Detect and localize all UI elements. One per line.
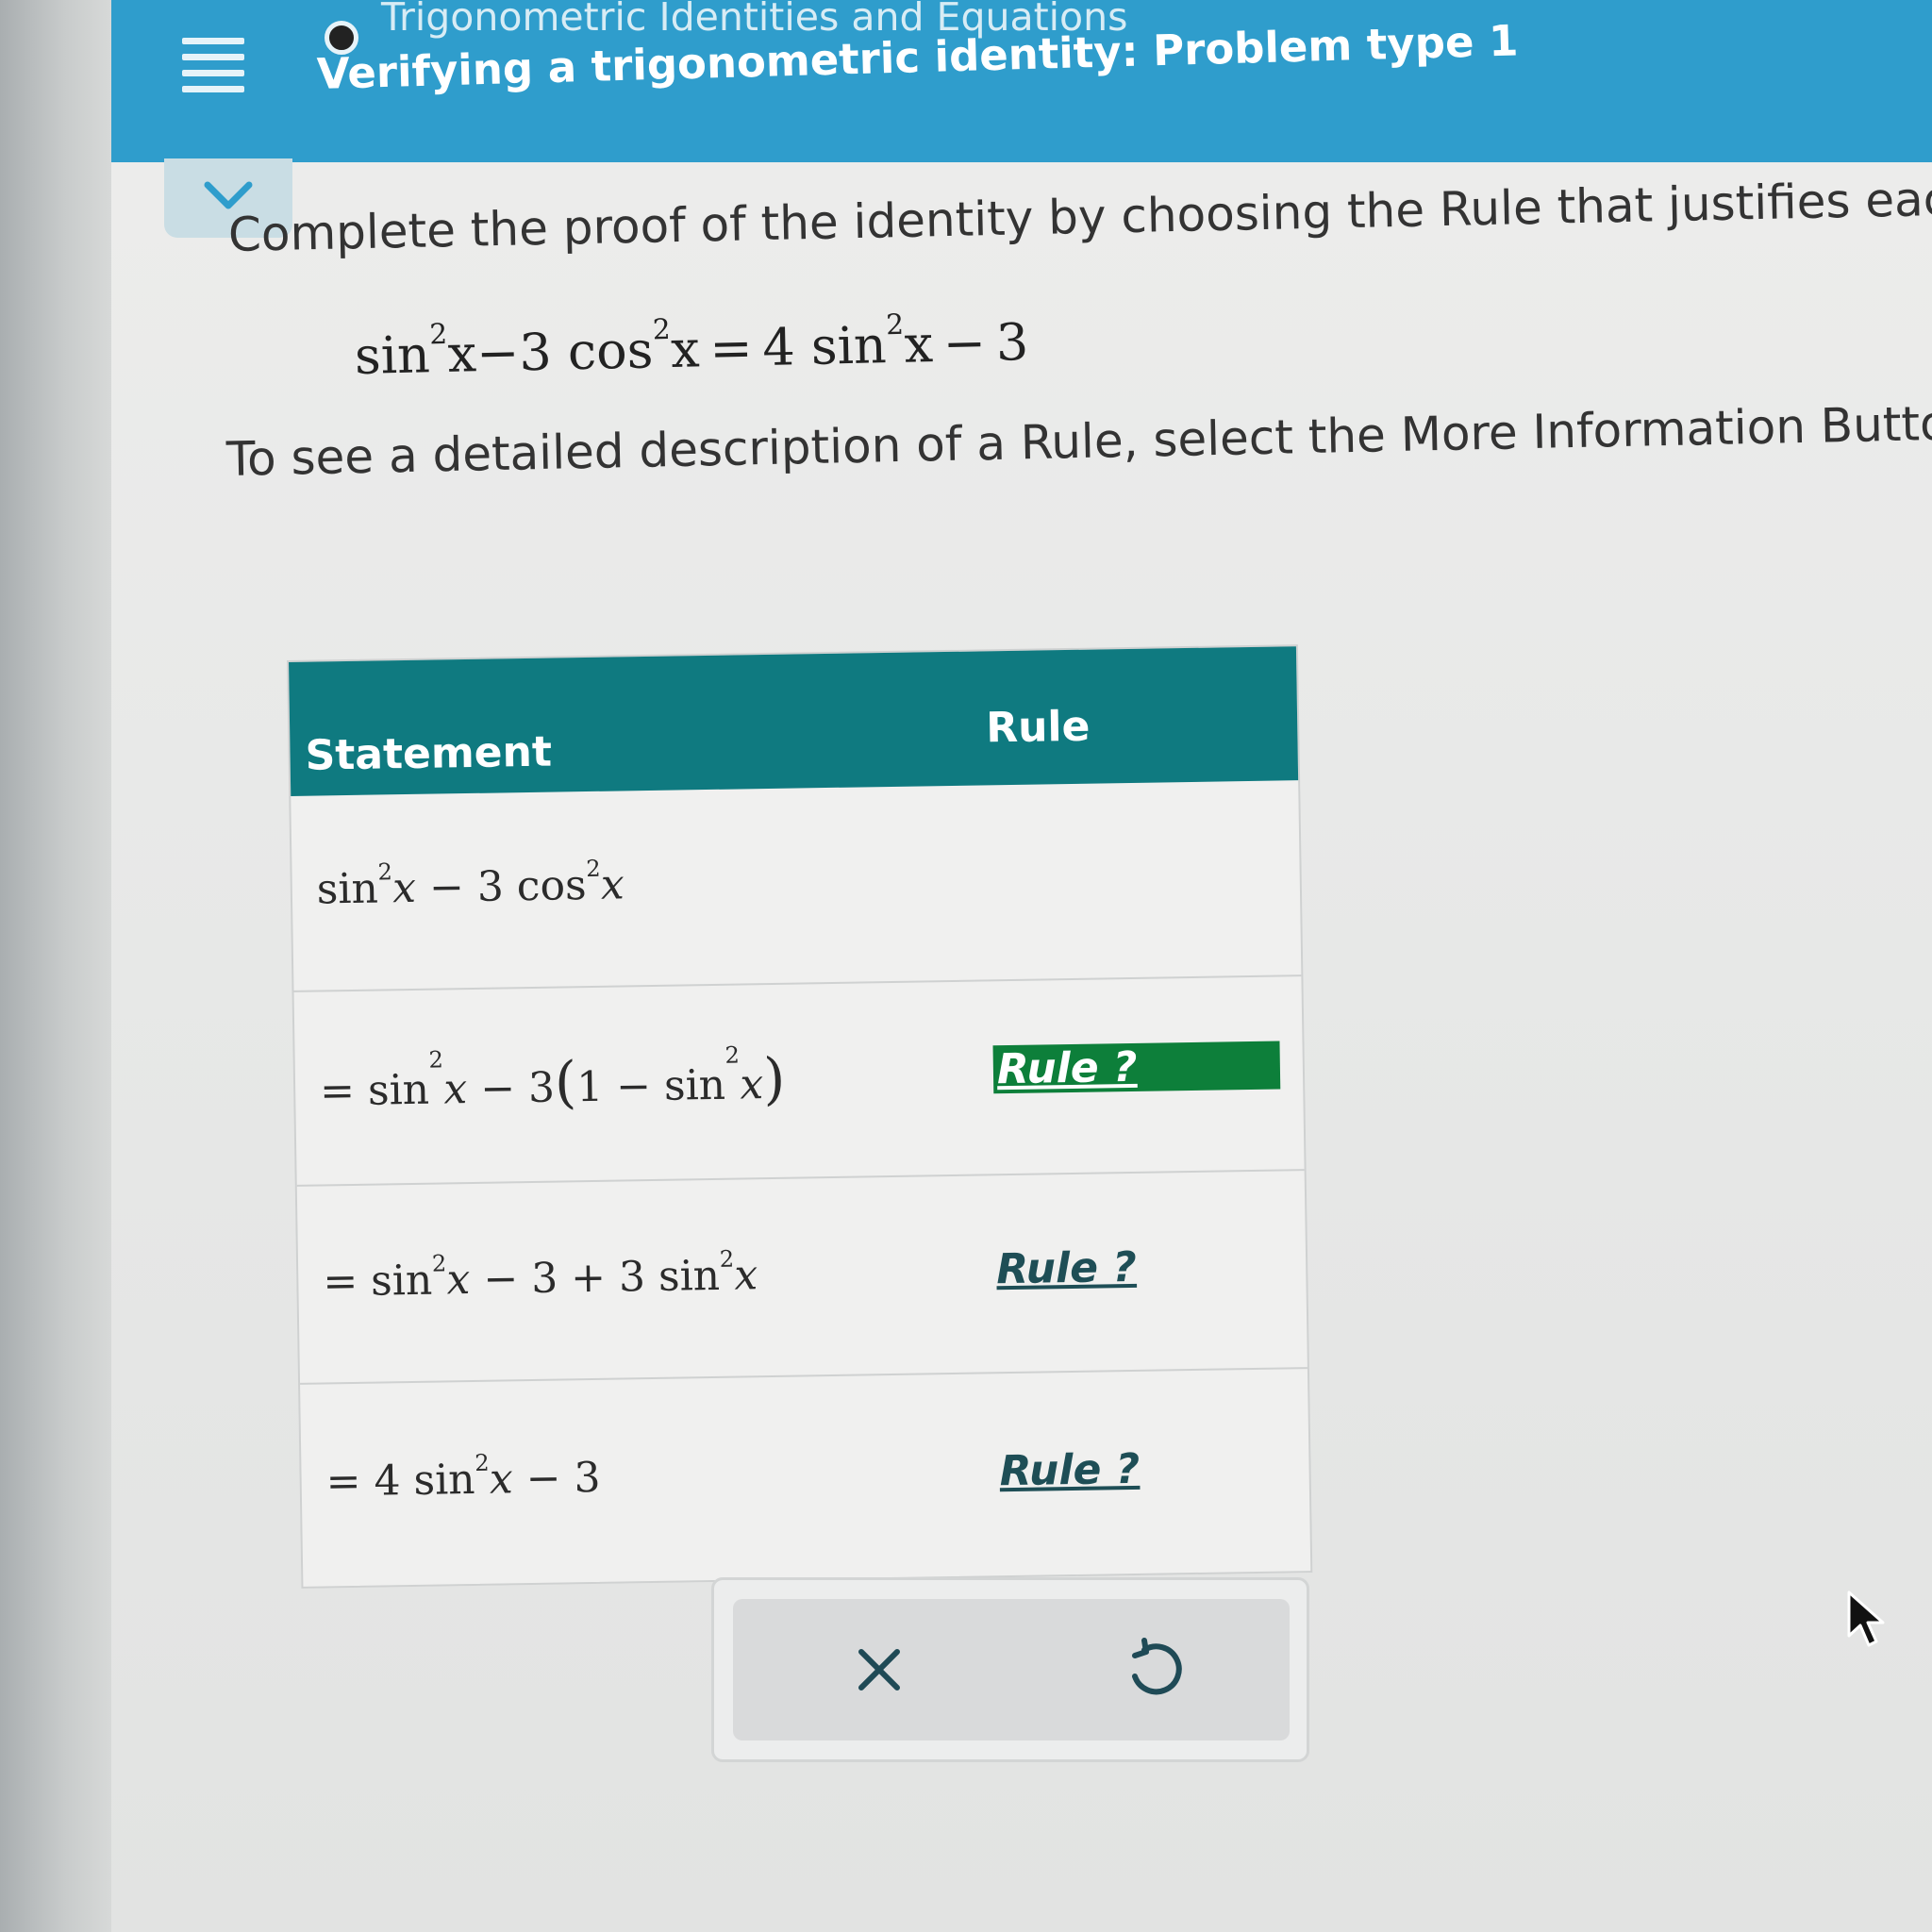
rule-select-1[interactable]: Rule ? (992, 1041, 1281, 1094)
table-header: Statement Rule (289, 646, 1299, 796)
rule-header: Rule (985, 702, 1091, 753)
statement-cell: = sin2x − 3 + 3 sin2x (322, 1245, 758, 1307)
action-bar (733, 1599, 1290, 1740)
statement-header: Statement (305, 727, 553, 780)
proof-table: Statement Rule sin2x − 3 cos2x = sin2x −… (287, 644, 1313, 1589)
undo-button[interactable] (1110, 1627, 1195, 1712)
statement-cell: = sin2x − 3(1 − sin2x) (319, 1041, 786, 1116)
table-row: sin2x − 3 cos2x (291, 780, 1301, 991)
close-icon (858, 1649, 900, 1690)
statement-cell: sin2x − 3 cos2x (316, 855, 625, 914)
table-row: = sin2x − 3(1 − sin2x) Rule ? (293, 974, 1305, 1187)
menu-icon[interactable] (182, 38, 248, 92)
mouse-cursor-icon (1847, 1591, 1885, 1647)
statement-cell: = 4 sin2x − 3 (325, 1449, 601, 1507)
rule-select-2[interactable]: Rule ? (996, 1243, 1137, 1293)
screen-bezel (0, 0, 111, 1932)
action-panel (711, 1577, 1309, 1762)
table-row: = 4 sin2x − 3 Rule ? (300, 1367, 1311, 1587)
table-row: = sin2x − 3 + 3 sin2x Rule ? (296, 1169, 1307, 1385)
clear-button[interactable] (837, 1627, 922, 1712)
rule-select-3[interactable]: Rule ? (999, 1445, 1140, 1495)
undo-icon (1132, 1638, 1182, 1695)
